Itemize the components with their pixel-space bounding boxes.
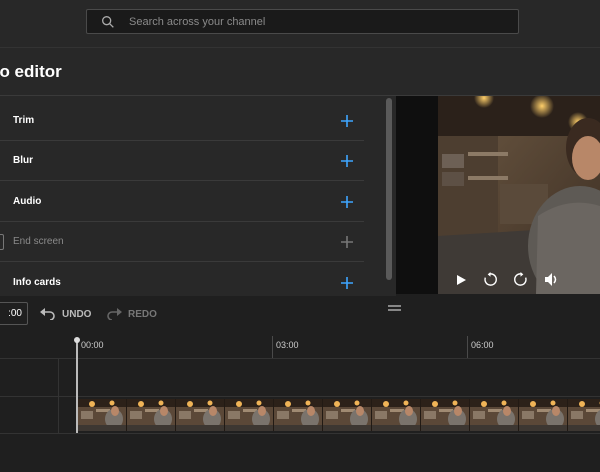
divider xyxy=(0,433,600,434)
undo-label: UNDO xyxy=(62,308,92,320)
redo-button: REDO xyxy=(106,307,157,321)
redo-label: REDO xyxy=(128,308,157,320)
video-controls xyxy=(438,266,600,294)
ruler-label: 06:00 xyxy=(471,340,494,350)
time-value: :00 xyxy=(8,308,22,319)
tool-label: Blur xyxy=(13,155,33,166)
divider xyxy=(0,396,600,397)
add-icon[interactable] xyxy=(340,195,354,209)
tool-label: Info cards xyxy=(13,277,61,288)
tool-label: End screen xyxy=(13,236,64,247)
page-header xyxy=(0,48,600,96)
play-icon[interactable] xyxy=(455,274,467,286)
tool-row-end-screen: End screen xyxy=(0,222,364,262)
playhead-knob[interactable] xyxy=(74,337,80,343)
panel-scrollbar[interactable] xyxy=(386,98,392,280)
end-screen-icon xyxy=(0,234,4,250)
tool-row-audio[interactable]: Audio xyxy=(0,182,364,222)
time-input[interactable]: :00 xyxy=(0,302,28,325)
video-frame xyxy=(438,96,600,294)
page-title: eo editor xyxy=(0,62,62,81)
ruler-label: 03:00 xyxy=(276,340,299,350)
add-icon[interactable] xyxy=(340,114,354,128)
tool-row-blur[interactable]: Blur xyxy=(0,141,364,181)
video-preview[interactable] xyxy=(438,96,600,294)
video-thumbnails xyxy=(78,399,600,431)
track-divider xyxy=(58,359,59,433)
volume-icon[interactable] xyxy=(544,272,560,287)
ruler-tick xyxy=(467,336,468,358)
tool-label: Audio xyxy=(13,196,42,207)
rewind-icon[interactable] xyxy=(483,272,498,287)
tool-label: Trim xyxy=(13,115,35,126)
add-icon[interactable] xyxy=(340,276,354,290)
search-icon xyxy=(102,15,114,28)
undo-icon xyxy=(40,308,55,320)
video-track[interactable] xyxy=(78,399,600,431)
add-icon xyxy=(341,236,353,248)
forward-icon[interactable] xyxy=(513,272,528,287)
playhead[interactable] xyxy=(76,339,78,433)
ruler-tick xyxy=(272,336,273,358)
search-box[interactable]: Search across your channel xyxy=(86,9,519,34)
add-icon[interactable] xyxy=(340,154,354,168)
divider xyxy=(0,358,600,359)
redo-icon xyxy=(107,308,122,320)
ruler-label: 00:00 xyxy=(81,340,104,350)
resize-handle-icon[interactable] xyxy=(388,305,401,311)
undo-button[interactable]: UNDO xyxy=(40,307,91,321)
tool-row-trim[interactable]: Trim xyxy=(0,101,364,141)
search-placeholder: Search across your channel xyxy=(129,16,266,28)
preview-letterbox xyxy=(396,96,438,294)
tool-row-info-cards[interactable]: Info cards xyxy=(0,263,364,296)
editor-tools-panel: Trim Blur Audio End screen Info cards xyxy=(0,96,384,296)
